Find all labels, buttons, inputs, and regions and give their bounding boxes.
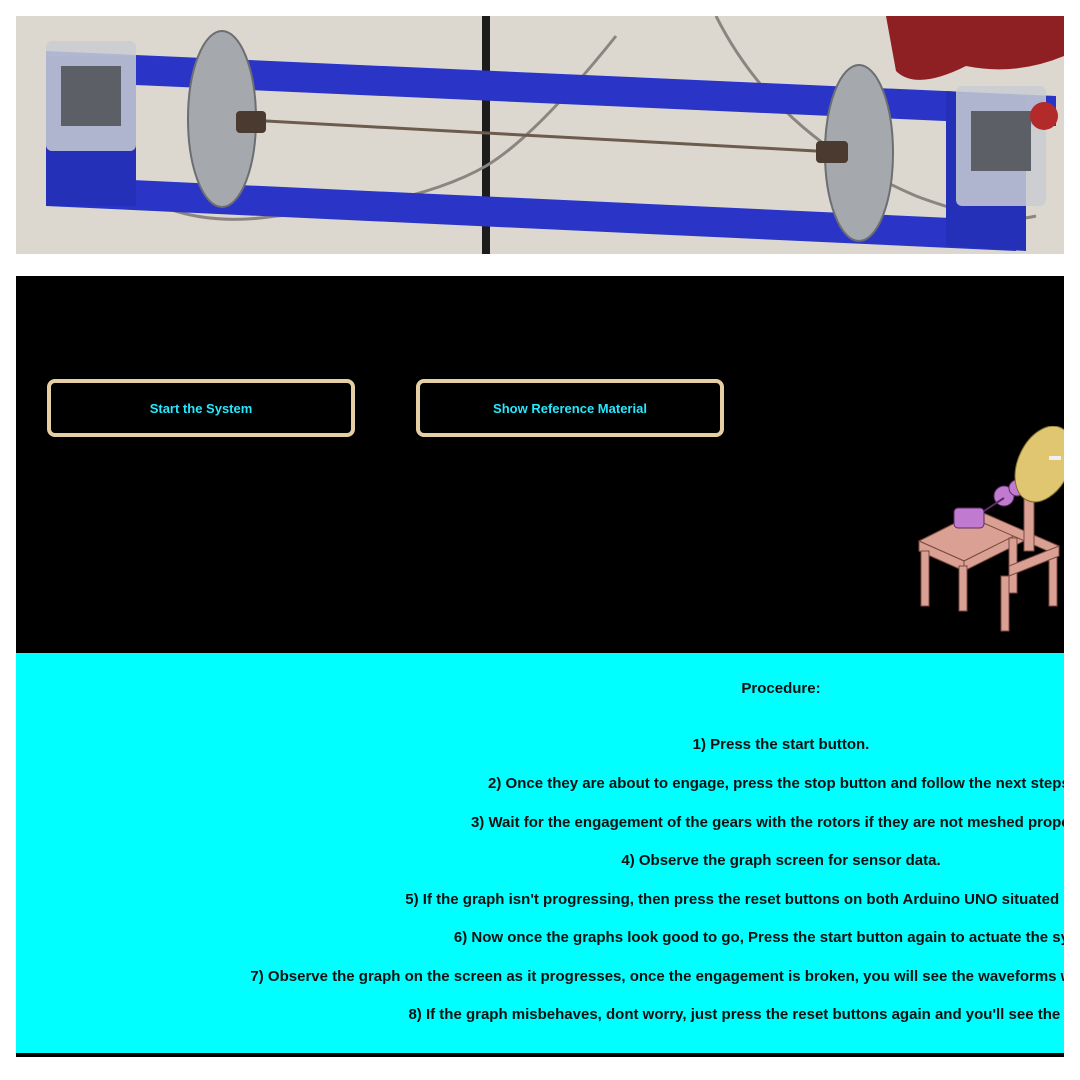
bottom-divider — [16, 1053, 1064, 1057]
control-panel: Start the System Show Reference Material — [16, 276, 1064, 653]
procedure-step-8: 8) If the graph misbehaves, dont worry, … — [408, 1006, 1064, 1023]
procedure-step-3: 3) Wait for the engagement of the gears … — [470, 814, 1064, 831]
test-rig-3d-model-icon — [917, 426, 1064, 632]
test-rig-photo — [16, 16, 1064, 254]
procedure-step-2: 2) Once they are about to engage, press … — [488, 775, 1064, 792]
procedure-step-4: 4) Observe the graph screen for sensor d… — [621, 852, 941, 869]
start-system-button[interactable]: Start the System — [47, 379, 355, 437]
procedure-step-1: 1) Press the start button. — [692, 736, 870, 753]
procedure-step-6: 6) Now once the graphs look good to go, … — [453, 929, 1064, 946]
procedure-title: Procedure: — [741, 680, 821, 697]
procedure-step-5: 5) If the graph isn't progressing, then … — [405, 891, 1064, 908]
show-reference-button[interactable]: Show Reference Material — [416, 379, 724, 437]
procedure-panel: Procedure: 1) Press the start button. 2)… — [16, 653, 1064, 1053]
test-rig-photo-icon — [16, 16, 1064, 254]
procedure-step-7: 7) Observe the graph on the screen as it… — [250, 968, 1064, 985]
